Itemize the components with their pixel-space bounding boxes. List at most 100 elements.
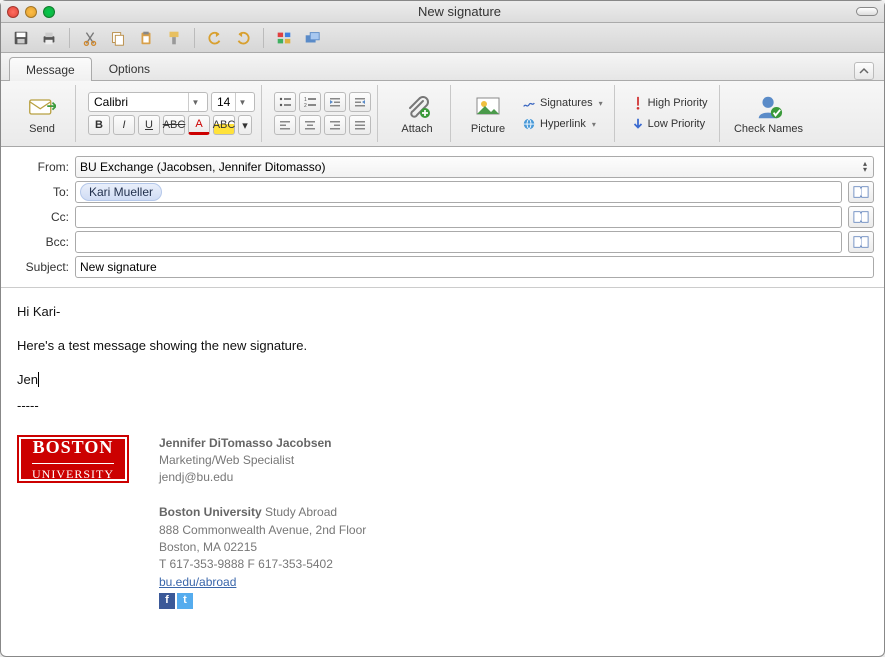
sig-addr1: 888 Commonwealth Avenue, 2nd Floor bbox=[159, 522, 366, 539]
align-center-button[interactable] bbox=[299, 115, 321, 135]
recipient-chip[interactable]: Kari Mueller bbox=[80, 183, 162, 201]
italic-button[interactable]: I bbox=[113, 115, 135, 135]
chevron-down-icon: ▼ bbox=[188, 93, 202, 111]
subject-label: Subject: bbox=[7, 260, 69, 274]
copy-icon[interactable] bbox=[106, 27, 130, 49]
low-priority-label: Low Priority bbox=[648, 118, 705, 130]
zoom-icon[interactable] bbox=[43, 6, 55, 18]
number-list-button[interactable]: 12 bbox=[299, 92, 321, 112]
attach-label: Attach bbox=[401, 123, 432, 135]
format-dropdown-icon[interactable]: ▾ bbox=[238, 115, 252, 135]
align-right-button[interactable] bbox=[324, 115, 346, 135]
underline-button[interactable]: U bbox=[138, 115, 160, 135]
save-icon[interactable] bbox=[9, 27, 33, 49]
tab-message[interactable]: Message bbox=[9, 57, 92, 81]
send-label: Send bbox=[29, 123, 55, 135]
highlight-button[interactable]: ABC bbox=[213, 115, 235, 135]
message-headers: From: BU Exchange (Jacobsen, Jennifer Di… bbox=[1, 147, 884, 288]
from-value: BU Exchange (Jacobsen, Jennifer Ditomass… bbox=[80, 160, 325, 174]
print-icon[interactable] bbox=[37, 27, 61, 49]
titlebar: New signature bbox=[1, 1, 884, 23]
ribbon: Send Calibri ▼ 14 ▼ B I bbox=[1, 81, 884, 147]
message-body[interactable]: Hi Kari- Here's a test message showing t… bbox=[1, 288, 884, 656]
svg-text:2: 2 bbox=[304, 103, 307, 109]
updown-icon: ▴▾ bbox=[861, 161, 869, 173]
format-painter-icon[interactable] bbox=[162, 27, 186, 49]
window-title: New signature bbox=[63, 4, 856, 19]
bcc-field[interactable] bbox=[75, 231, 842, 253]
font-name-select[interactable]: Calibri ▼ bbox=[88, 92, 208, 112]
toolbar-pill-icon[interactable] bbox=[856, 7, 878, 16]
picture-button[interactable]: Picture bbox=[463, 85, 513, 143]
bcc-input[interactable] bbox=[80, 235, 837, 249]
facebook-icon[interactable]: f bbox=[159, 593, 175, 609]
signatures-button[interactable]: Signatures ▾ bbox=[517, 94, 608, 112]
font-size-select[interactable]: 14 ▼ bbox=[211, 92, 255, 112]
to-label: To: bbox=[7, 185, 69, 199]
subject-field[interactable] bbox=[75, 256, 874, 278]
bcc-label: Bcc: bbox=[7, 235, 69, 249]
check-names-label: Check Names bbox=[734, 123, 803, 135]
check-names-button[interactable]: Check Names bbox=[732, 85, 806, 143]
justify-button[interactable] bbox=[349, 115, 371, 135]
strike-button[interactable]: ABC bbox=[163, 115, 185, 135]
bold-button[interactable]: B bbox=[88, 115, 110, 135]
sig-link[interactable]: bu.edu/abroad bbox=[159, 575, 236, 589]
bullet-list-button[interactable] bbox=[274, 92, 296, 112]
quick-access-toolbar bbox=[1, 23, 884, 53]
chevron-down-icon: ▾ bbox=[599, 99, 603, 108]
decrease-indent-button[interactable] bbox=[349, 92, 371, 112]
collapse-ribbon-icon[interactable] bbox=[854, 62, 874, 80]
subject-input[interactable] bbox=[80, 260, 869, 274]
font-name-value: Calibri bbox=[94, 95, 128, 109]
toolbox-icon[interactable] bbox=[300, 27, 324, 49]
cut-icon[interactable] bbox=[78, 27, 102, 49]
font-color-button[interactable]: A bbox=[188, 115, 210, 135]
sig-phones: T 617-353-9888 F 617-353-5402 bbox=[159, 556, 366, 573]
picture-label: Picture bbox=[471, 123, 505, 135]
hyperlink-button[interactable]: Hyperlink ▾ bbox=[517, 115, 608, 133]
body-line: Jen bbox=[17, 370, 868, 390]
high-priority-button[interactable]: High Priority bbox=[627, 94, 713, 112]
increase-indent-button[interactable] bbox=[324, 92, 346, 112]
body-line: Here's a test message showing the new si… bbox=[17, 336, 868, 356]
text-cursor bbox=[38, 372, 39, 387]
redo-icon[interactable] bbox=[231, 27, 255, 49]
sig-title: Marketing/Web Specialist bbox=[159, 452, 366, 469]
signature-text: Jennifer DiTomasso Jacobsen Marketing/We… bbox=[159, 435, 366, 610]
send-button[interactable]: Send bbox=[15, 85, 69, 143]
sig-org-sub: Study Abroad bbox=[262, 505, 337, 519]
sig-name: Jennifer DiTomasso Jacobsen bbox=[159, 435, 366, 452]
font-size-value: 14 bbox=[217, 95, 230, 109]
sig-email: jendj@bu.edu bbox=[159, 469, 366, 486]
undo-icon[interactable] bbox=[203, 27, 227, 49]
chevron-down-icon: ▾ bbox=[592, 120, 596, 129]
tab-options[interactable]: Options bbox=[92, 56, 167, 80]
logo-line1: BOSTON bbox=[33, 434, 114, 462]
cc-label: Cc: bbox=[7, 210, 69, 224]
categorize-icon[interactable] bbox=[272, 27, 296, 49]
high-priority-label: High Priority bbox=[648, 97, 708, 109]
address-book-bcc-button[interactable] bbox=[848, 231, 874, 253]
close-icon[interactable] bbox=[7, 6, 19, 18]
body-line: Hi Kari- bbox=[17, 302, 868, 322]
cc-input[interactable] bbox=[80, 210, 837, 224]
minimize-icon[interactable] bbox=[25, 6, 37, 18]
chevron-down-icon: ▼ bbox=[235, 93, 249, 111]
ribbon-tabs: Message Options bbox=[1, 53, 884, 81]
align-left-button[interactable] bbox=[274, 115, 296, 135]
paste-icon[interactable] bbox=[134, 27, 158, 49]
twitter-icon[interactable]: t bbox=[177, 593, 193, 609]
hyperlink-label: Hyperlink bbox=[540, 118, 586, 130]
low-priority-button[interactable]: Low Priority bbox=[627, 115, 713, 133]
from-label: From: bbox=[7, 160, 69, 174]
address-book-cc-button[interactable] bbox=[848, 206, 874, 228]
attach-button[interactable]: Attach bbox=[390, 85, 444, 143]
signature-block: BOSTON UNIVERSITY Jennifer DiTomasso Jac… bbox=[17, 435, 868, 610]
from-select[interactable]: BU Exchange (Jacobsen, Jennifer Ditomass… bbox=[75, 156, 874, 178]
to-field[interactable]: Kari Mueller bbox=[75, 181, 842, 203]
sig-org: Boston University bbox=[159, 505, 262, 519]
cc-field[interactable] bbox=[75, 206, 842, 228]
address-book-to-button[interactable] bbox=[848, 181, 874, 203]
bu-logo: BOSTON UNIVERSITY bbox=[17, 435, 129, 483]
